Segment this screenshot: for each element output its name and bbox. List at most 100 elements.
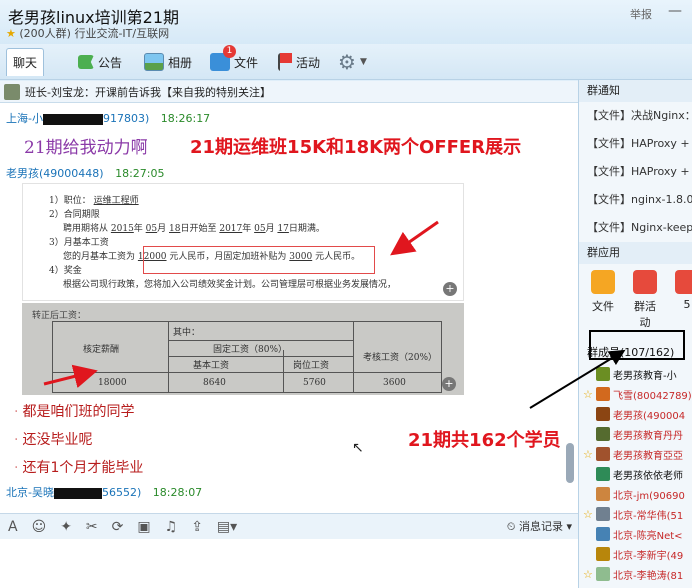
message-header: 上海-小 917803) 18:26:17 — [6, 110, 210, 126]
red-flag-icon — [633, 270, 657, 294]
more-icon[interactable]: ▤▾ — [217, 519, 237, 535]
contract-text: 您的月基本工资为 — [63, 252, 136, 262]
zoom-icon[interactable]: + — [442, 377, 456, 391]
app-files[interactable]: 文件 — [591, 270, 615, 324]
member-name: 飞雪(80042789) — [613, 390, 692, 402]
screenshot-icon[interactable]: ✂ — [86, 519, 98, 535]
scrollbar-thumb[interactable] — [566, 443, 574, 483]
red-flag-icon — [278, 53, 292, 71]
sender-name[interactable]: 上海-小 917803) — [6, 112, 149, 125]
zoom-icon[interactable]: + — [443, 282, 457, 296]
app-icon — [675, 270, 692, 294]
sender-prefix: 上海-小 — [6, 112, 43, 125]
member-list[interactable]: 老男孩教育-小 ☆ 飞雪(80042789) 老男孩(490004 老男孩教育丹丹 ☆ 老男… — [579, 364, 692, 584]
member-item[interactable]: 老男孩依依老师 — [579, 464, 692, 484]
app-activity[interactable]: 群活动 — [633, 270, 657, 329]
group-info: ★ (200人群) 行业交流-IT/互联网 — [6, 25, 169, 41]
contract-value: 05 — [145, 224, 158, 234]
contract-line: 1）职位： 运维工程师 — [49, 194, 463, 208]
music-icon[interactable]: ♫ — [165, 519, 178, 535]
notice-item[interactable]: 【文件】Nginx-keep配 — [579, 214, 692, 242]
sender-name[interactable]: 老男孩(49000448) — [6, 167, 104, 180]
member-name: 北京-李新宇(49 — [613, 550, 684, 562]
member-item[interactable]: ☆ 飞雪(80042789) — [579, 384, 692, 404]
member-name: 北京-jm(90690 — [613, 490, 685, 502]
tab-chat[interactable]: 聊天 — [6, 48, 585, 562]
avatar — [596, 407, 610, 421]
divider — [53, 372, 441, 373]
gear-icon: ⚙ — [338, 50, 356, 74]
divider — [168, 322, 169, 392]
member-item[interactable]: ☆ 老男孩教育亞亞 — [579, 444, 692, 464]
report-button[interactable]: 举报 — [630, 6, 652, 22]
table-cell: 基本工资 — [193, 361, 230, 371]
notice-item[interactable]: 【文件】nginx-1.8.0.ta — [579, 186, 692, 214]
table-cell: 18000 — [98, 378, 127, 388]
title-bar: 老男孩linux培训第21期 ★ (200人群) 行业交流-IT/互联网 举报 … — [0, 0, 692, 44]
input-toolbar: A ☺ ✦ ✂ ⟳ ▣ ♫ ⇪ ▤▾ ⏲ 消息记录 ▾ — [0, 513, 578, 539]
tab-album[interactable]: 相册 — [144, 48, 192, 76]
shake-icon[interactable]: ⟳ — [112, 519, 124, 535]
message-input[interactable] — [0, 539, 578, 588]
member-item[interactable]: 北京-李新宇(49 — [579, 544, 692, 564]
member-item[interactable]: 老男孩教育丹丹 — [579, 424, 692, 444]
contract-text: 日期满。 — [288, 224, 325, 234]
tab-label: 相册 — [168, 55, 193, 70]
notice-item[interactable]: 【文件】HAProxy + ke — [579, 158, 692, 186]
message-text: 还没毕业呢 — [22, 432, 93, 448]
font-icon[interactable]: A — [8, 519, 18, 535]
star-icon: ☆ — [583, 507, 593, 521]
tab-announcement[interactable]: 公告 — [78, 48, 122, 76]
announcement-text: 班长-刘宝龙：开课前告诉我【来自我的特别关注】 — [25, 85, 271, 99]
contract-image[interactable]: 1）职位： 运维工程师 2）合同期限 聘用期将从 2015年 05月 18日开始… — [22, 183, 464, 301]
divider — [353, 322, 354, 392]
message-time: 18:26:17 — [160, 112, 211, 125]
star-icon: ☆ — [583, 447, 593, 461]
salary-table-image[interactable]: 转正后工资： 核定薪酬 其中： 固定工资（80%） 基本工资 岗位工资 考核工资… — [22, 303, 464, 395]
message-history-button[interactable]: ⏲ 消息记录 ▾ — [507, 518, 572, 534]
members-title[interactable]: 群成员(107/162) — [587, 344, 674, 360]
tab-bar: 聊天 公告 相册 1 文件 活动 ⚙ ▼ — [0, 44, 692, 562]
group-info-text: (200人群) 行业交流-IT/互联网 — [19, 27, 170, 40]
message-header: 北京-吴晓 56552) 18:28:07 — [6, 484, 202, 500]
divider — [168, 340, 353, 341]
chat-area[interactable]: 上海-小 917803) 18:26:17 21期给我动力啊 21期运维班15K和… — [0, 103, 578, 513]
chevron-down-icon: ▼ — [359, 57, 367, 67]
right-panel: 群通知 【文件】决战Nginx： 【文件】HAProxy + ke 【文件】HA… — [578, 80, 692, 588]
message-time: 18:28:07 — [152, 486, 203, 499]
flag-icon — [78, 55, 94, 69]
overlay-caption: 21期共162个学员 — [408, 430, 561, 451]
notice-title: 群通知 — [579, 80, 692, 102]
member-item[interactable]: 老男孩教育-小 — [579, 364, 692, 384]
member-item[interactable]: ☆ 北京-李艳涛(81 — [579, 564, 692, 584]
member-item[interactable]: 北京-陈亮Net< — [579, 524, 692, 544]
member-item[interactable]: 老男孩(490004 — [579, 404, 692, 424]
contract-value: 17 — [277, 224, 289, 234]
magic-icon[interactable]: ✦ — [60, 519, 72, 535]
sender-suffix: 917803) — [102, 112, 150, 125]
member-name: 老男孩(490004 — [613, 410, 686, 422]
message-line: · 都是咱们班的同学 — [14, 401, 134, 421]
settings-menu[interactable]: ⚙ ▼ — [338, 48, 367, 76]
folder-icon: 1 — [210, 45, 236, 71]
emoji-icon[interactable]: ☺ — [32, 519, 47, 535]
member-item[interactable]: ☆ 北京-常华伟(51 — [579, 504, 692, 524]
contract-value: 2017 — [219, 224, 243, 234]
bullet-dot: · — [14, 404, 19, 420]
message-line: · 还有1个月才能毕业 — [14, 457, 143, 477]
tab-files[interactable]: 1 文件 — [210, 45, 258, 76]
table-cell: 考核工资（20%） — [363, 353, 438, 363]
app-more[interactable]: 5 — [675, 270, 692, 324]
mouse-cursor-icon: ↖ — [352, 440, 364, 456]
pinned-announcement[interactable]: 班长-刘宝龙：开课前告诉我【来自我的特别关注】 — [0, 81, 578, 103]
member-item[interactable]: 北京-jm(90690 — [579, 484, 692, 504]
notice-item[interactable]: 【文件】决战Nginx： — [579, 102, 692, 130]
image-icon[interactable]: ▣ — [137, 519, 150, 535]
notice-item[interactable]: 【文件】HAProxy + ke — [579, 130, 692, 158]
sender-name[interactable]: 北京-吴晓 56552) — [6, 486, 141, 499]
table-cell: 5760 — [303, 378, 326, 388]
minimize-icon[interactable]: — — [668, 3, 682, 19]
tab-activity[interactable]: 活动 — [278, 48, 320, 76]
share-icon[interactable]: ⇪ — [191, 519, 203, 535]
avatar — [596, 547, 610, 561]
